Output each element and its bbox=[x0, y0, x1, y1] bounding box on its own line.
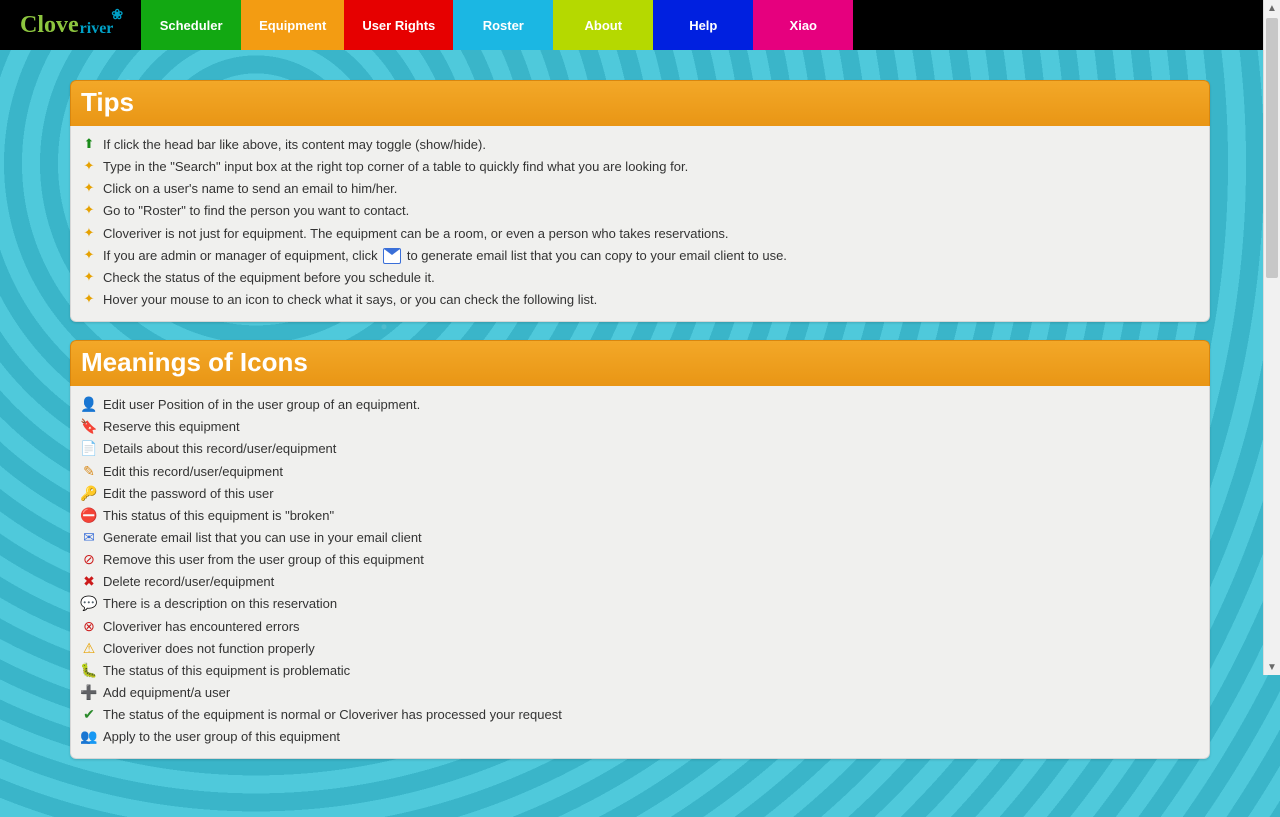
icon-row: 🐛 The status of this equipment is proble… bbox=[81, 660, 1199, 682]
icon-row: ✔ The status of the equipment is normal … bbox=[81, 704, 1199, 726]
error-icon: ⊗ bbox=[81, 619, 97, 633]
key-icon: 🔑 bbox=[81, 486, 97, 500]
icon-desc: Cloveriver does not function properly bbox=[103, 639, 315, 659]
star-icon: ✦ bbox=[81, 248, 97, 261]
star-icon: ✦ bbox=[81, 181, 97, 194]
scroll-thumb[interactable] bbox=[1266, 18, 1278, 278]
apply-icon: 👥 bbox=[81, 729, 97, 743]
brand-logo[interactable]: Cloveriver❀ bbox=[0, 0, 141, 50]
icon-desc: Reserve this equipment bbox=[103, 417, 240, 437]
tips-panel: Tips ⬆ If click the head bar like above,… bbox=[70, 80, 1210, 322]
star-icon: ✦ bbox=[81, 292, 97, 305]
icon-row: ⚠ Cloveriver does not function properly bbox=[81, 638, 1199, 660]
description-icon: 💬 bbox=[81, 596, 97, 610]
icon-row: 📄 Details about this record/user/equipme… bbox=[81, 438, 1199, 460]
tips-panel-header[interactable]: Tips bbox=[70, 80, 1210, 126]
tip-text: Hover your mouse to an icon to check wha… bbox=[103, 290, 597, 310]
icon-row: 💬 There is a description on this reserva… bbox=[81, 593, 1199, 615]
icon-desc: Delete record/user/equipment bbox=[103, 572, 274, 592]
icon-desc: Apply to the user group of this equipmen… bbox=[103, 727, 340, 747]
scroll-up-icon[interactable]: ▲ bbox=[1264, 0, 1280, 16]
reserve-icon: 🔖 bbox=[81, 419, 97, 433]
tip-row: ✦ Click on a user's name to send an emai… bbox=[81, 178, 1199, 200]
tip-row: ✦ If you are admin or manager of equipme… bbox=[81, 245, 1199, 267]
icon-desc: Details about this record/user/equipment bbox=[103, 439, 336, 459]
icons-panel: Meanings of Icons 👤 Edit user Position o… bbox=[70, 340, 1210, 759]
main-nav: Scheduler Equipment User Rights Roster A… bbox=[141, 0, 853, 50]
icon-desc: Edit the password of this user bbox=[103, 484, 274, 504]
icon-desc: Remove this user from the user group of … bbox=[103, 550, 424, 570]
edit-user-icon: 👤 bbox=[81, 397, 97, 411]
broken-icon: ⛔ bbox=[81, 508, 97, 522]
tip-text: If you are admin or manager of equipment… bbox=[103, 246, 787, 266]
icon-desc: Edit user Position of in the user group … bbox=[103, 395, 420, 415]
details-icon: 📄 bbox=[81, 441, 97, 455]
icon-row: ✎ Edit this record/user/equipment bbox=[81, 461, 1199, 483]
icon-desc: Add equipment/a user bbox=[103, 683, 230, 703]
email-icon: ✉ bbox=[81, 530, 97, 544]
tip-row: ⬆ If click the head bar like above, its … bbox=[81, 134, 1199, 156]
icon-row: ⛔ This status of this equipment is "brok… bbox=[81, 505, 1199, 527]
email-icon bbox=[383, 248, 401, 264]
star-icon: ✦ bbox=[81, 226, 97, 239]
tip-text: Cloveriver is not just for equipment. Th… bbox=[103, 224, 729, 244]
icon-row: 👤 Edit user Position of in the user grou… bbox=[81, 394, 1199, 416]
icon-row: ⊗ Cloveriver has encountered errors bbox=[81, 616, 1199, 638]
tip-text: Click on a user's name to send an email … bbox=[103, 179, 397, 199]
icon-desc: Edit this record/user/equipment bbox=[103, 462, 283, 482]
tip-text: Type in the "Search" input box at the ri… bbox=[103, 157, 688, 177]
star-icon: ✦ bbox=[81, 159, 97, 172]
tip-row: ✦ Check the status of the equipment befo… bbox=[81, 267, 1199, 289]
icon-row: ➕ Add equipment/a user bbox=[81, 682, 1199, 704]
nav-roster[interactable]: Roster bbox=[453, 0, 553, 50]
delete-icon: ✖ bbox=[81, 574, 97, 588]
icon-row: ✖ Delete record/user/equipment bbox=[81, 571, 1199, 593]
nav-help[interactable]: Help bbox=[653, 0, 753, 50]
star-icon: ✦ bbox=[81, 203, 97, 216]
icon-desc: Generate email list that you can use in … bbox=[103, 528, 422, 548]
tip-text: Check the status of the equipment before… bbox=[103, 268, 435, 288]
nav-current-user[interactable]: Xiao bbox=[753, 0, 853, 50]
arrow-up-icon: ⬆ bbox=[81, 137, 97, 150]
icons-panel-header[interactable]: Meanings of Icons bbox=[70, 340, 1210, 386]
page-content: Tips ⬆ If click the head bar like above,… bbox=[70, 50, 1210, 817]
icon-row: 🔑 Edit the password of this user bbox=[81, 483, 1199, 505]
tip-text: If click the head bar like above, its co… bbox=[103, 135, 486, 155]
brand-sub: river bbox=[80, 20, 114, 38]
icon-row: ⊘ Remove this user from the user group o… bbox=[81, 549, 1199, 571]
top-navbar: Cloveriver❀ Scheduler Equipment User Rig… bbox=[0, 0, 1280, 50]
icon-desc: This status of this equipment is "broken… bbox=[103, 506, 334, 526]
icons-panel-body: 👤 Edit user Position of in the user grou… bbox=[70, 386, 1210, 759]
scroll-down-icon[interactable]: ▼ bbox=[1264, 659, 1280, 675]
nav-equipment[interactable]: Equipment bbox=[241, 0, 344, 50]
vertical-scrollbar[interactable]: ▲ ▼ bbox=[1263, 0, 1280, 675]
ok-icon: ✔ bbox=[81, 707, 97, 721]
nav-scheduler[interactable]: Scheduler bbox=[141, 0, 241, 50]
icon-row: ✉ Generate email list that you can use i… bbox=[81, 527, 1199, 549]
tip-row: ✦ Go to "Roster" to find the person you … bbox=[81, 200, 1199, 222]
add-icon: ➕ bbox=[81, 685, 97, 699]
icon-desc: There is a description on this reservati… bbox=[103, 594, 337, 614]
tip-row: ✦ Type in the "Search" input box at the … bbox=[81, 156, 1199, 178]
tip-text: Go to "Roster" to find the person you wa… bbox=[103, 201, 409, 221]
tips-panel-body: ⬆ If click the head bar like above, its … bbox=[70, 126, 1210, 322]
icon-desc: The status of the equipment is normal or… bbox=[103, 705, 562, 725]
remove-user-icon: ⊘ bbox=[81, 552, 97, 566]
tip-row: ✦ Cloveriver is not just for equipment. … bbox=[81, 223, 1199, 245]
star-icon: ✦ bbox=[81, 270, 97, 283]
icon-row: 👥 Apply to the user group of this equipm… bbox=[81, 726, 1199, 748]
nav-user-rights[interactable]: User Rights bbox=[344, 0, 453, 50]
flower-icon: ❀ bbox=[111, 7, 123, 24]
tip-row: ✦ Hover your mouse to an icon to check w… bbox=[81, 289, 1199, 311]
icon-desc: Cloveriver has encountered errors bbox=[103, 617, 300, 637]
warning-icon: ⚠ bbox=[81, 641, 97, 655]
icon-row: 🔖 Reserve this equipment bbox=[81, 416, 1199, 438]
brand-main: Clove bbox=[20, 12, 79, 39]
icon-desc: The status of this equipment is problema… bbox=[103, 661, 350, 681]
nav-about[interactable]: About bbox=[553, 0, 653, 50]
edit-icon: ✎ bbox=[81, 464, 97, 478]
